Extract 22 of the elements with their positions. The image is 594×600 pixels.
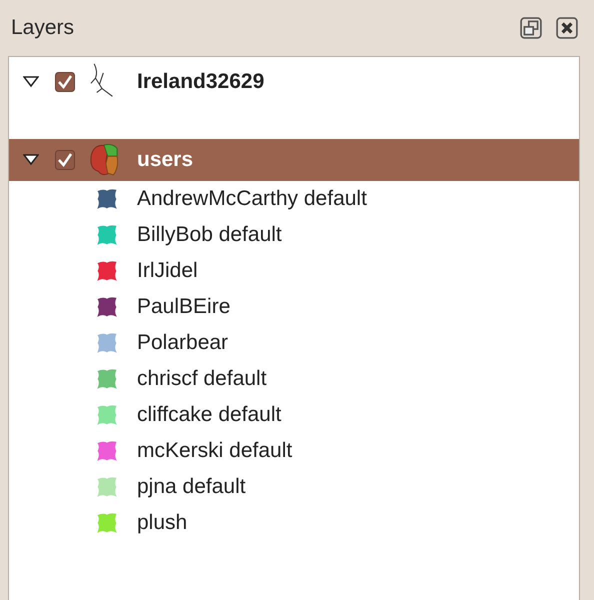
- checkbox[interactable]: [55, 150, 75, 170]
- layer-row[interactable]: Ireland32629: [9, 61, 579, 103]
- legend-label: cliffcake default: [137, 403, 282, 427]
- checkbox[interactable]: [55, 72, 75, 92]
- collapse-arrow-icon[interactable]: [23, 76, 39, 88]
- float-icon[interactable]: [520, 17, 542, 39]
- legend-label: IrlJidel: [137, 259, 198, 283]
- legend-label: plush: [137, 511, 188, 535]
- close-icon[interactable]: [556, 17, 578, 39]
- layer-name: Ireland32629: [137, 70, 264, 94]
- layer-name: users: [137, 148, 194, 172]
- collapse-arrow-icon[interactable]: [23, 154, 39, 166]
- legend-label: BillyBob default: [137, 223, 282, 247]
- legend-label: AndrewMcCarthy default: [137, 187, 367, 211]
- legend-label: mcKerski default: [137, 439, 292, 463]
- legend-label: chriscf default: [137, 367, 267, 391]
- legend-label: pjna default: [137, 475, 246, 499]
- panel-title: Layers: [11, 16, 74, 40]
- legend-label: Polarbear: [137, 331, 228, 355]
- polygon-layer-icon: [89, 143, 119, 177]
- legend-label: PaulBEire: [137, 295, 230, 319]
- layer-row[interactable]: users: [9, 139, 579, 181]
